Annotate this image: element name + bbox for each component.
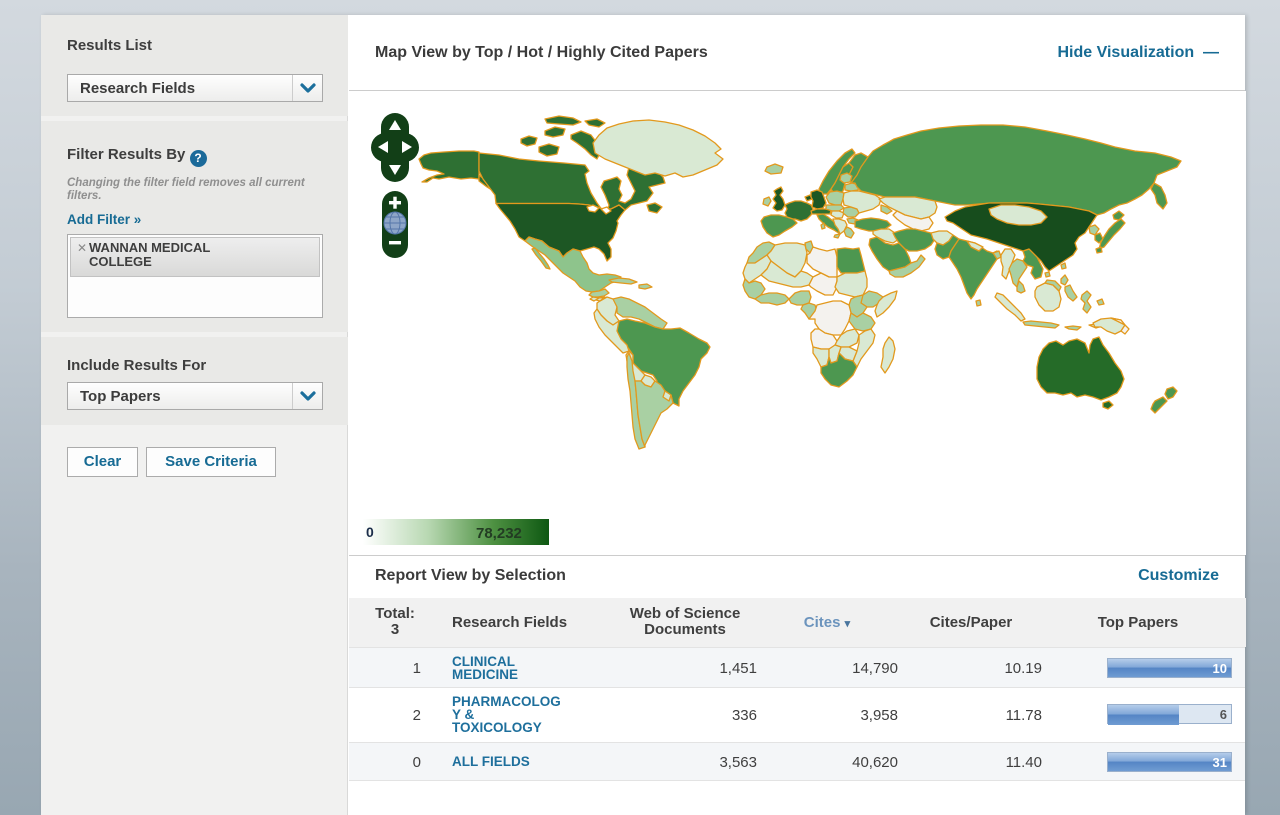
svg-text:78,232: 78,232 — [476, 525, 522, 542]
svg-text:0: 0 — [366, 524, 374, 540]
